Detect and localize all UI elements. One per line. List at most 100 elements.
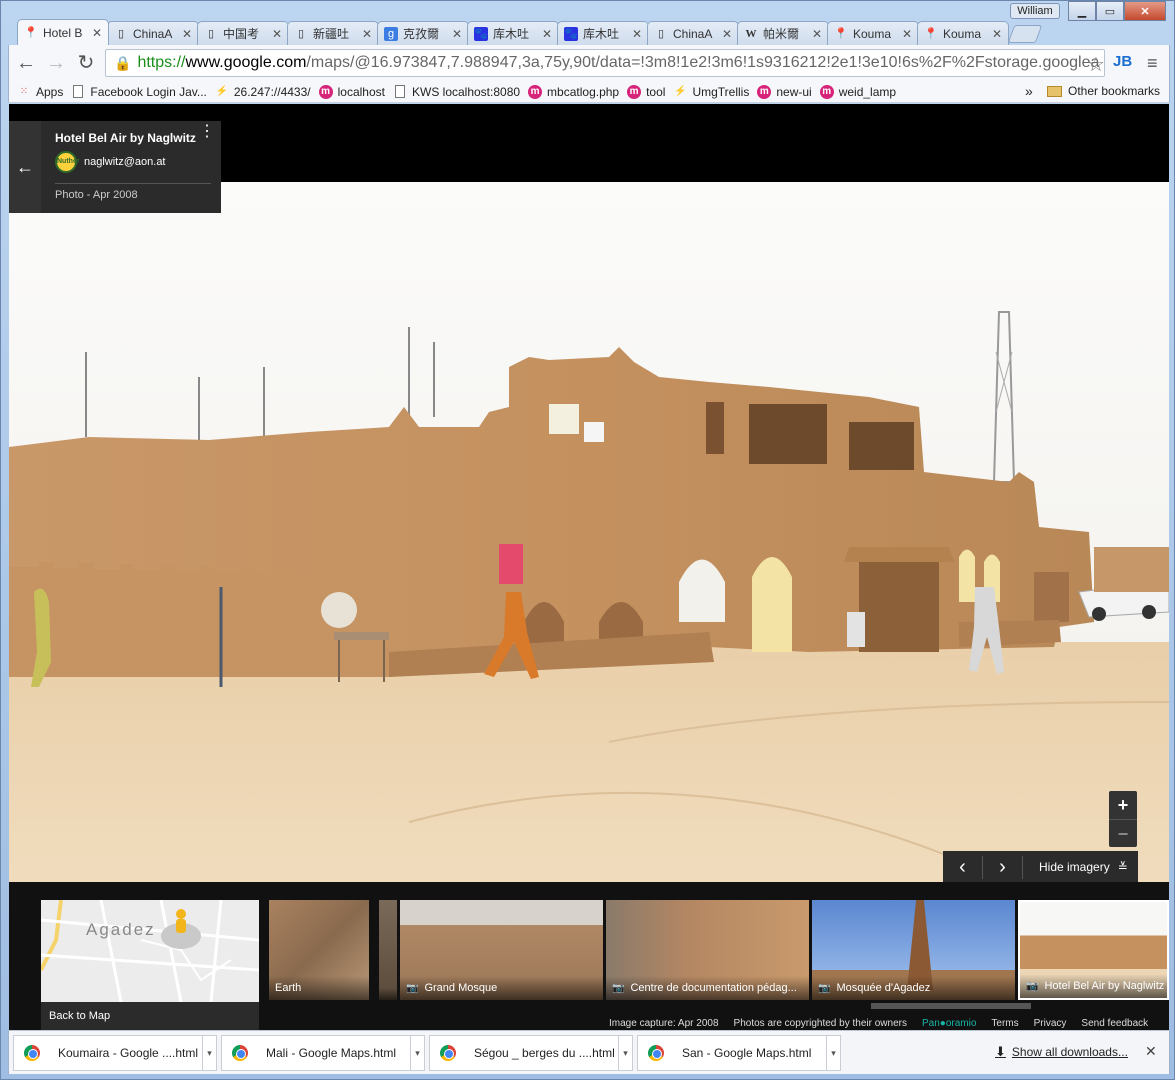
download-item[interactable]: Ségou _ berges du ....html ▾ (429, 1035, 633, 1071)
close-window-button[interactable]: ✕ (1124, 1, 1166, 21)
bookmark-kws-localhost[interactable]: KWS localhost:8080 (393, 85, 520, 99)
close-tab-icon[interactable]: ✕ (812, 27, 822, 41)
bookmark-facebook-login[interactable]: Facebook Login Jav... (71, 85, 207, 99)
street-photo[interactable] (9, 182, 1169, 882)
privacy-link[interactable]: Privacy (1034, 1018, 1067, 1029)
thumbnail-hotel-bel-air[interactable]: 📷 Hotel Bel Air by Naglwitz (1018, 900, 1169, 1000)
dropdown-arrow-icon[interactable]: ▾ (826, 1036, 840, 1070)
close-tab-icon[interactable]: ✕ (632, 27, 642, 41)
google-icon: g (384, 26, 398, 41)
dropdown-arrow-icon[interactable]: ▾ (618, 1036, 632, 1070)
show-all-downloads-link[interactable]: ⬇ Show all downloads... (995, 1044, 1128, 1060)
tab-8[interactable]: W 帕米爾 ✕ (737, 21, 829, 45)
tab-1[interactable]: ▯ ChinaA ✕ (107, 21, 199, 45)
address-bar[interactable]: 🔒 https://www.google.com/maps/@16.973847… (105, 49, 1105, 77)
divider (55, 183, 211, 184)
thumbnail-caption: 📷 Mosquée d'Agadez (812, 976, 1015, 1000)
thumbnail-centre-documentation[interactable]: 📷 Centre de documentation pédag... (606, 900, 809, 1000)
thumbnail-caption-text: Earth (275, 982, 302, 994)
author-email[interactable]: naglwitz@aon.at (84, 156, 166, 168)
tab-label: 帕米爾 (763, 27, 800, 41)
url-host: www.google.com (185, 54, 307, 71)
download-item[interactable]: Mali - Google Maps.html ▾ (221, 1035, 425, 1071)
google-maps-icon: 📍 (24, 27, 38, 39)
forward-arrow-icon[interactable]: → (45, 52, 67, 74)
tab-0[interactable]: 📍 Hotel B ✕ (17, 19, 109, 45)
close-tab-icon[interactable]: ✕ (182, 27, 192, 41)
close-tab-icon[interactable]: ✕ (542, 27, 552, 41)
other-bookmarks[interactable]: Other bookmarks (1047, 84, 1160, 98)
bookmark-weid-lamp[interactable]: m weid_lamp (819, 84, 896, 99)
page-icon (393, 85, 407, 99)
close-tab-icon[interactable]: ✕ (722, 27, 732, 41)
bookmark-new-ui[interactable]: m new-ui (757, 84, 812, 99)
magento-icon: m (528, 84, 543, 99)
reload-icon[interactable]: ↻ (75, 52, 97, 74)
terms-link[interactable]: Terms (991, 1018, 1018, 1029)
menu-icon[interactable]: ≡ (1147, 53, 1158, 74)
thumbnail-grand-mosque[interactable]: 📷 Grand Mosque (400, 900, 603, 1000)
tab-4[interactable]: g 克孜爾 ✕ (377, 21, 469, 45)
panoramio-logo[interactable]: Pan●oramio (922, 1018, 976, 1029)
back-arrow-icon[interactable]: ← (15, 52, 37, 74)
jetbrains-extension-icon[interactable]: JB (1113, 53, 1132, 70)
download-item[interactable]: San - Google Maps.html ▾ (637, 1035, 841, 1071)
close-downloads-icon[interactable]: ✕ (1145, 1043, 1157, 1060)
thumbnail-earth[interactable]: Earth (269, 900, 369, 1000)
bookmark-label: localhost (337, 84, 385, 99)
bookmark-26-247[interactable]: ⚡ 26.247://4433/ (215, 85, 311, 99)
maps-footer: Image capture: Apr 2008 Photos are copyr… (609, 1018, 1148, 1029)
new-tab-button[interactable] (1007, 25, 1043, 43)
bookmarks-overflow-button[interactable]: » (1025, 83, 1033, 99)
zoom-in-button[interactable]: + (1109, 791, 1137, 819)
tab-9[interactable]: 📍 Kouma ✕ (827, 21, 919, 45)
other-bookmarks-label: Other bookmarks (1068, 84, 1161, 98)
thumbnail-caption-text: Mosquée d'Agadez (836, 982, 931, 994)
tab-2[interactable]: ▯ 中国考 ✕ (197, 21, 289, 45)
dropdown-arrow-icon[interactable]: ▾ (202, 1036, 216, 1070)
tab-5[interactable]: 🐾 库木吐 ✕ (467, 21, 559, 45)
bookmark-umgtrellis[interactable]: ⚡ UmgTrellis (673, 85, 749, 99)
bookmark-star-icon[interactable]: ☆ (1087, 52, 1105, 77)
thumbnail-caption-text: Grand Mosque (424, 982, 498, 994)
tab-7[interactable]: ▯ ChinaA ✕ (647, 21, 739, 45)
close-tab-icon[interactable]: ✕ (452, 27, 462, 41)
download-arrow-icon: ⬇ (995, 1044, 1006, 1059)
zoom-out-button[interactable]: − (1109, 819, 1137, 847)
minimap[interactable]: Agadez Back to Map (41, 900, 259, 1030)
more-options-icon[interactable]: ⋮ (199, 124, 215, 140)
bookmark-tool[interactable]: m tool (627, 84, 665, 99)
imagery-navigation: ‹ › Hide imagery ≚ (943, 851, 1138, 883)
camera-icon: 📷 (612, 982, 625, 994)
tab-label: 库木吐 (493, 27, 530, 41)
chrome-icon (648, 1045, 664, 1061)
close-tab-icon[interactable]: ✕ (902, 27, 912, 41)
previous-image-button[interactable]: ‹ (943, 855, 983, 879)
dropdown-arrow-icon[interactable]: ▾ (410, 1036, 424, 1070)
back-arrow-icon[interactable]: ← (9, 121, 41, 213)
back-to-map-button[interactable]: Back to Map (41, 1002, 259, 1030)
thumbnail-partial[interactable] (379, 900, 397, 1000)
minimize-button[interactable]: ▁ (1068, 1, 1096, 21)
bookmark-mbcatlog[interactable]: m mbcatlog.php (528, 84, 619, 99)
bookmark-localhost[interactable]: m localhost (318, 84, 385, 99)
maximize-button[interactable]: ▭ (1096, 1, 1124, 21)
tab-3[interactable]: ▯ 新疆吐 ✕ (287, 21, 379, 45)
page-icon: ▯ (657, 28, 665, 40)
close-tab-icon[interactable]: ✕ (362, 27, 372, 41)
panoramio-logo-part: oramio (945, 1018, 977, 1029)
avatar[interactable]: Nuther (55, 151, 80, 173)
download-item[interactable]: Koumaira - Google ....html ▾ (13, 1035, 217, 1071)
profile-badge[interactable]: William (1010, 3, 1060, 19)
bookmark-apps[interactable]: ⁙ Apps (17, 85, 64, 99)
close-tab-icon[interactable]: ✕ (992, 27, 1002, 41)
tab-6[interactable]: 🐾 库木吐 ✕ (557, 21, 649, 45)
close-tab-icon[interactable]: ✕ (272, 27, 282, 41)
tab-10[interactable]: 📍 Kouma ✕ (917, 21, 1009, 45)
filmstrip-scrollbar[interactable] (871, 1003, 1031, 1009)
next-image-button[interactable]: › (983, 855, 1023, 879)
hide-imagery-button[interactable]: Hide imagery (1023, 860, 1110, 874)
send-feedback-link[interactable]: Send feedback (1081, 1018, 1148, 1029)
close-tab-icon[interactable]: ✕ (92, 26, 102, 40)
thumbnail-mosquee-agadez[interactable]: 📷 Mosquée d'Agadez (812, 900, 1015, 1000)
